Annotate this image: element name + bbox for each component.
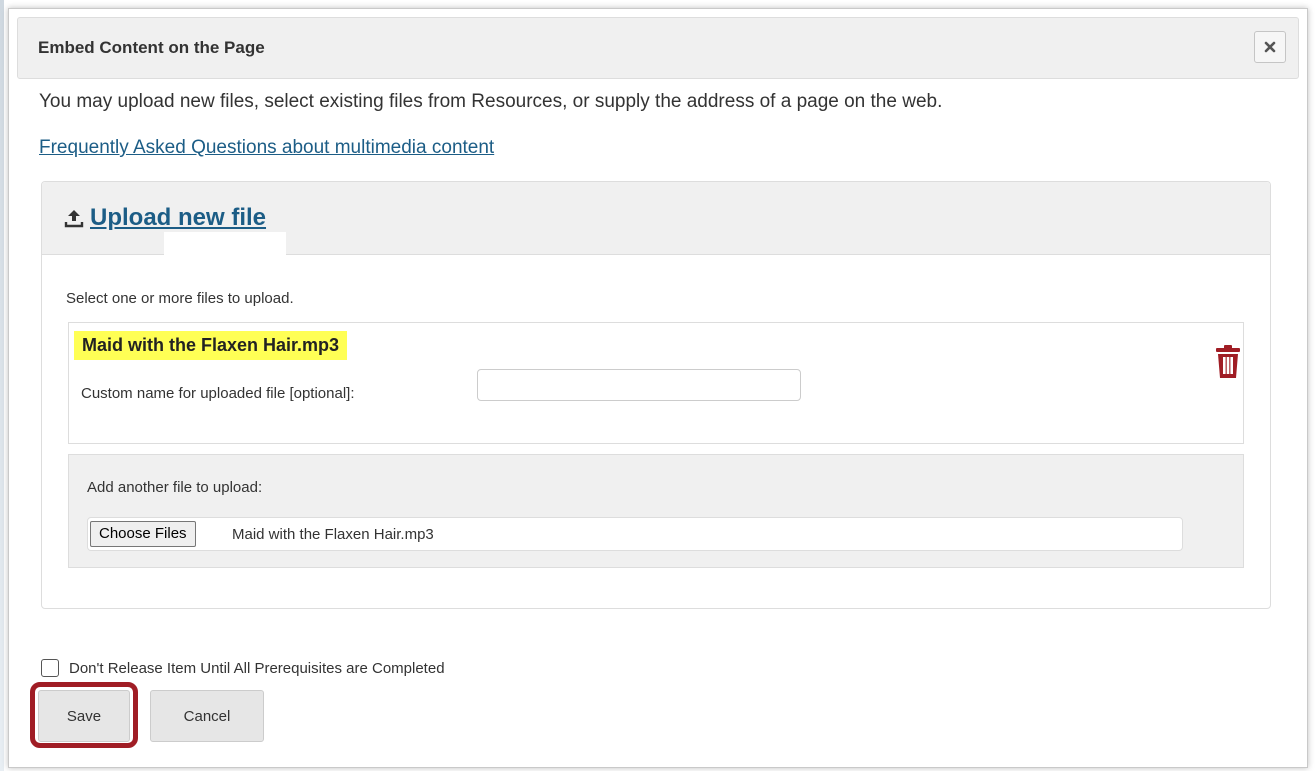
choose-files-button[interactable]: Choose Files (90, 521, 196, 547)
cancel-button[interactable]: Cancel (150, 690, 264, 742)
dialog-title: Embed Content on the Page (38, 38, 265, 57)
uploaded-file-row: Maid with the Flaxen Hair.mp3 Custom nam… (68, 322, 1244, 444)
upload-new-file-link[interactable]: Upload new file (64, 204, 266, 232)
select-files-hint: Select one or more files to upload. (66, 290, 294, 307)
custom-name-label: Custom name for uploaded file [optional]… (81, 385, 355, 402)
close-button[interactable] (1254, 31, 1286, 63)
trash-icon[interactable] (1215, 345, 1241, 379)
intro-text: You may upload new files, select existin… (39, 91, 943, 112)
prerequisite-label: Don't Release Item Until All Prerequisit… (69, 659, 445, 677)
file-picker[interactable]: Choose Files Maid with the Flaxen Hair.m… (87, 517, 1183, 551)
faq-link[interactable]: Frequently Asked Questions about multime… (39, 137, 494, 159)
upload-new-file-label: Upload new file (90, 204, 267, 231)
embed-content-dialog: Embed Content on the Page You may upload… (8, 8, 1308, 768)
upload-header: Upload new file (42, 182, 1270, 255)
add-another-file-section: Add another file to upload: Choose Files… (68, 454, 1244, 568)
close-icon (1264, 41, 1276, 53)
uploaded-file-name: Maid with the Flaxen Hair.mp3 (74, 331, 348, 360)
page-background-edge (0, 0, 4, 771)
custom-name-input[interactable] (477, 369, 801, 401)
prerequisite-option: Don't Release Item Until All Prerequisit… (41, 659, 445, 677)
active-tab-notch (164, 232, 286, 255)
chosen-file-name: Maid with the Flaxen Hair.mp3 (232, 526, 434, 543)
dialog-titlebar: Embed Content on the Page (17, 17, 1299, 79)
prerequisite-checkbox[interactable] (41, 659, 59, 677)
upload-icon (64, 210, 84, 228)
upload-panel: Upload new file Select one or more files… (41, 181, 1271, 609)
save-button[interactable]: Save (38, 690, 130, 742)
add-another-file-label: Add another file to upload: (87, 479, 263, 496)
